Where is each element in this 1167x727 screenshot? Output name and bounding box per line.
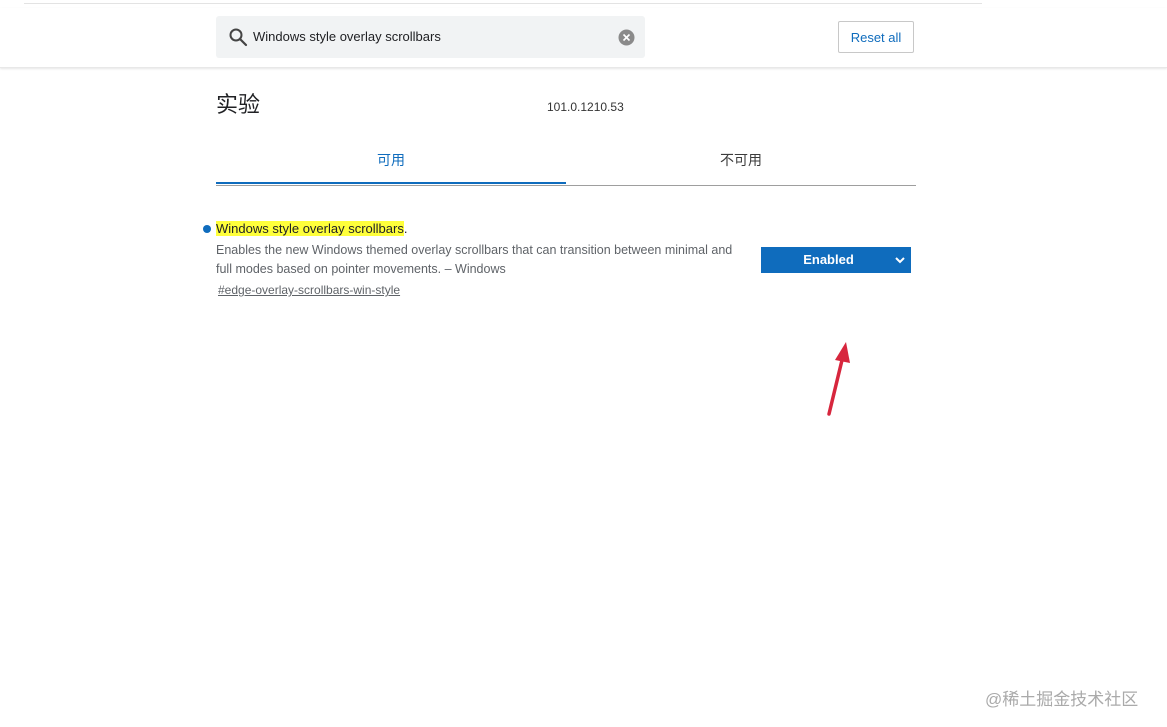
tab-available[interactable]: 可用 — [216, 140, 566, 184]
flag-permalink[interactable]: #edge-overlay-scrollbars-win-style — [218, 283, 400, 297]
flag-status-dot — [203, 225, 211, 233]
tab-unavailable[interactable]: 不可用 — [566, 140, 916, 184]
flag-title: Windows style overlay scrollbars. — [216, 221, 407, 236]
flag-description: Enables the new Windows themed overlay s… — [216, 243, 733, 276]
search-icon — [229, 28, 248, 47]
search-input[interactable]: Windows style overlay scrollbars — [253, 29, 441, 44]
reset-all-button[interactable]: Reset all — [838, 21, 914, 53]
version-label: 101.0.1210.53 — [547, 100, 624, 114]
watermark: @稀土掘金技术社区 — [985, 690, 1139, 709]
search-box[interactable]: Windows style overlay scrollbars — [216, 16, 645, 58]
tab-strip: 可用 不可用 — [216, 140, 916, 186]
top-divider — [24, 0, 982, 4]
header-bar: Windows style overlay scrollbars Reset a… — [0, 8, 1167, 68]
flag-title-suffix: . — [403, 221, 408, 236]
arrow-annotation — [827, 342, 850, 416]
clear-icon[interactable] — [618, 29, 635, 46]
flag-state-select[interactable]: Enabled — [761, 247, 911, 273]
page-title: 实验 — [216, 92, 261, 117]
flag-title-highlight: Windows style overlay scrollbars — [216, 221, 404, 236]
flag-state-value: Enabled — [803, 252, 854, 267]
chevron-down-icon — [895, 257, 905, 264]
